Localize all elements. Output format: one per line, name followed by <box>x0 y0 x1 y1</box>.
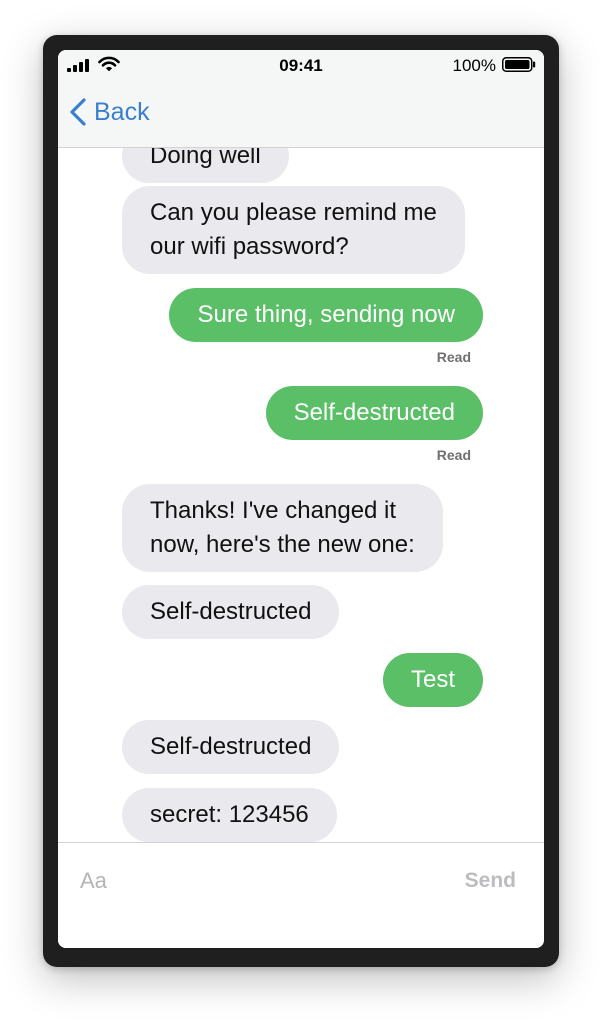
navigation-bar: Back <box>58 80 544 147</box>
send-button[interactable]: Send <box>465 869 516 893</box>
message-text: Sure thing, sending now <box>197 301 455 328</box>
message-bubble-received: Can you please remind me our wifi passwo… <box>122 186 465 274</box>
message-text: Self-destructed <box>150 733 312 760</box>
message-composer: Send <box>58 842 544 948</box>
message-text: Self-destructed <box>150 598 312 625</box>
message-text-line: Thanks! I've changed it <box>150 497 397 524</box>
read-receipt: Read <box>436 447 471 463</box>
message-text: Self-destructed <box>293 399 455 426</box>
header: 09:41 100% Back <box>58 50 544 148</box>
message-bubble-sent: Self-destructed <box>265 386 483 440</box>
chevron-left-icon <box>70 98 86 126</box>
message-bubble-received: secret: 123456 <box>122 788 337 842</box>
battery-icon <box>502 57 536 72</box>
phone-screen: Doing well Can you please remind me our … <box>58 50 544 948</box>
message-bubble-sent: Test <box>382 653 483 707</box>
message-text-line: now, here's the new one: <box>150 531 415 558</box>
phone-frame: Doing well Can you please remind me our … <box>43 35 559 967</box>
message-text-line: our wifi password? <box>150 233 349 260</box>
back-button[interactable]: Back <box>68 94 150 130</box>
message-bubble-sent: Sure thing, sending now <box>169 288 483 342</box>
message-bubble-received: Thanks! I've changed it now, here's the … <box>122 484 443 572</box>
message-text: secret: 123456 <box>150 801 309 828</box>
message-text-line: Can you please remind me <box>150 199 437 226</box>
battery-percentage: 100% <box>452 56 496 75</box>
message-input[interactable] <box>80 863 440 899</box>
read-receipt: Read <box>436 349 471 365</box>
message-list[interactable]: Doing well Can you please remind me our … <box>58 50 544 842</box>
message-text: Test <box>410 666 455 693</box>
status-bar: 09:41 100% <box>58 50 544 80</box>
message-bubble-received: Self-destructed <box>122 720 340 774</box>
message-bubble-received: Self-destructed <box>122 585 340 639</box>
back-label: Back <box>94 97 150 126</box>
